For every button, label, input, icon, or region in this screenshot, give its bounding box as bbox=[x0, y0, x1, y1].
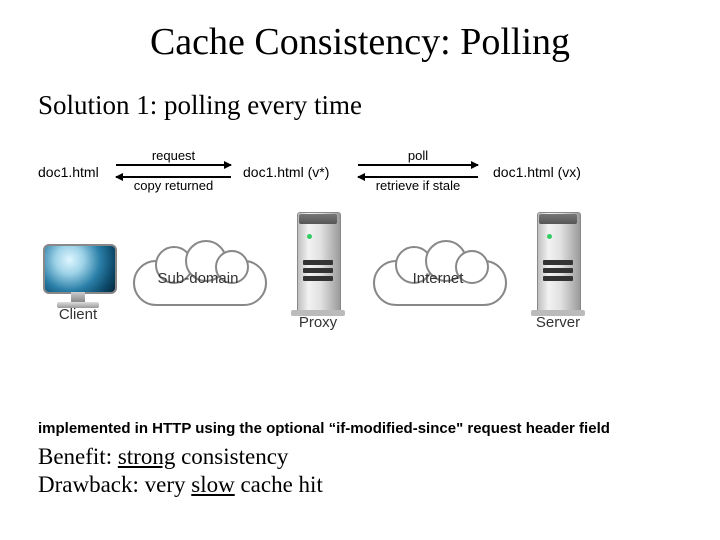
server-tower-icon bbox=[297, 212, 339, 312]
server-tower-icon bbox=[537, 212, 579, 312]
arrow-label-copy: copy returned bbox=[116, 178, 231, 193]
benefit-line: Benefit: strong consistency bbox=[38, 444, 288, 470]
benefit-rest: consistency bbox=[175, 444, 288, 469]
doc-label-mid: doc1.html (v*) bbox=[243, 164, 329, 180]
internet-label: Internet bbox=[373, 270, 503, 287]
implementation-note: implemented in HTTP using the optional “… bbox=[38, 420, 610, 437]
drawback-rest: cache hit bbox=[235, 472, 323, 497]
proxy-node: Proxy bbox=[283, 212, 353, 331]
monitor-icon bbox=[43, 244, 113, 304]
doc-label-left: doc1.html bbox=[38, 164, 99, 180]
slide: Cache Consistency: Polling Solution 1: p… bbox=[0, 0, 720, 540]
arrow-right-icon bbox=[116, 164, 231, 166]
arrow-label-request: request bbox=[116, 148, 231, 163]
slide-subtitle: Solution 1: polling every time bbox=[38, 90, 362, 121]
drawback-line: Drawback: very slow cache hit bbox=[38, 472, 323, 498]
benefit-keyword: strong bbox=[118, 444, 176, 469]
arrow-right-icon bbox=[358, 164, 478, 166]
subdomain-label: Sub-domain bbox=[133, 270, 263, 287]
cloud-icon: Sub-domain bbox=[133, 242, 263, 304]
arrow-label-retrieve: retrieve if stale bbox=[358, 178, 478, 193]
arrow-row: doc1.html request copy returned doc1.htm… bbox=[48, 150, 678, 194]
subdomain-node: Sub-domain bbox=[123, 242, 273, 304]
drawback-keyword: slow bbox=[191, 472, 234, 497]
arrow-label-poll: poll bbox=[358, 148, 478, 163]
proxy-label: Proxy bbox=[283, 314, 353, 331]
benefit-label: Benefit: bbox=[38, 444, 118, 469]
client-node: Client bbox=[38, 244, 118, 323]
internet-node: Internet bbox=[363, 242, 513, 304]
doc-label-right: doc1.html (vx) bbox=[493, 164, 581, 180]
diagram: doc1.html request copy returned doc1.htm… bbox=[48, 150, 678, 380]
slide-title: Cache Consistency: Polling bbox=[0, 20, 720, 64]
server-label: Server bbox=[523, 314, 593, 331]
server-node: Server bbox=[523, 212, 593, 331]
cloud-icon: Internet bbox=[373, 242, 503, 304]
node-row: Client Sub-domain Proxy Internet bbox=[48, 194, 678, 354]
client-label: Client bbox=[38, 306, 118, 323]
drawback-label: Drawback: very bbox=[38, 472, 191, 497]
